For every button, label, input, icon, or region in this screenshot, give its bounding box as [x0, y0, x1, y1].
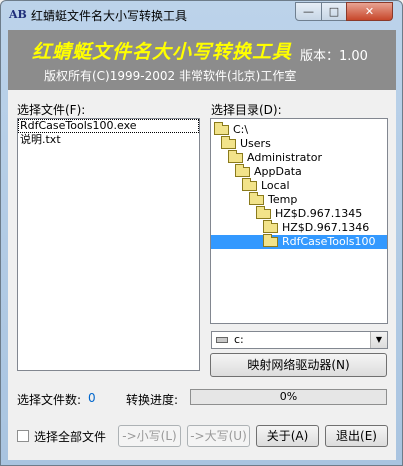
- directory-tree-label: 选择目录(D):: [211, 103, 282, 117]
- folder-open-icon: [256, 206, 271, 219]
- folder-open-icon: [214, 122, 229, 135]
- to-lowercase-button[interactable]: ->小写(L): [118, 425, 181, 447]
- file-list[interactable]: RdfCaseTools100.exe 说明.txt: [17, 118, 200, 371]
- directory-tree[interactable]: C:\ Users Administrator AppData Local Te…: [210, 118, 388, 324]
- banner-title: 红蜻蜓文件名大小写转换工具: [32, 41, 293, 63]
- file-count-label: 选择文件数:: [17, 393, 82, 407]
- close-button[interactable]: ✕: [346, 2, 393, 21]
- tree-item-hzd-1345[interactable]: HZ$D.967.1345: [256, 206, 364, 221]
- folder-open-icon: [263, 220, 278, 233]
- folder-open-icon: [249, 192, 264, 205]
- drive-select[interactable]: c: ▼: [211, 331, 388, 349]
- tree-item-users[interactable]: Users: [221, 136, 273, 151]
- file-list-label: 选择文件(F):: [17, 103, 86, 117]
- tree-item-administrator[interactable]: Administrator: [228, 150, 324, 165]
- chevron-down-icon[interactable]: ▼: [370, 332, 387, 348]
- title-bar[interactable]: AB 红蜻蜓文件名大小写转换工具 — □ ✕: [1, 1, 402, 29]
- folder-open-icon: [242, 178, 257, 191]
- file-item[interactable]: RdfCaseTools100.exe: [18, 119, 199, 133]
- select-all-label[interactable]: 选择全部文件: [34, 428, 106, 445]
- banner: 红蜻蜓文件名大小写转换工具 版本：1.00 版权所有(C)1999-2002 非…: [8, 30, 396, 90]
- tree-item-c-drive[interactable]: C:\: [214, 122, 250, 137]
- minimize-button[interactable]: —: [295, 2, 322, 21]
- version-label: 版本：1.00: [300, 49, 368, 64]
- folder-open-icon: [235, 164, 250, 177]
- main-window: AB 红蜻蜓文件名大小写转换工具 — □ ✕ 红蜻蜓文件名大小写转换工具 版本：…: [0, 0, 403, 466]
- exit-button[interactable]: 退出(E): [325, 425, 388, 447]
- file-count-value: 0: [88, 391, 96, 405]
- tree-item-local[interactable]: Local: [242, 178, 292, 193]
- tree-item-hzd-1346[interactable]: HZ$D.967.1346: [263, 220, 371, 235]
- drive-icon: [216, 337, 228, 343]
- about-button[interactable]: 关于(A): [256, 425, 319, 447]
- file-item[interactable]: 说明.txt: [18, 133, 199, 147]
- folder-open-icon: [221, 136, 236, 149]
- progress-label: 转换进度:: [126, 393, 179, 407]
- app-icon: AB: [9, 8, 27, 21]
- client-area: 红蜻蜓文件名大小写转换工具 版本：1.00 版权所有(C)1999-2002 非…: [8, 30, 396, 460]
- folder-open-icon: [263, 234, 278, 247]
- tree-item-rdfcasetools100[interactable]: RdfCaseTools100: [211, 234, 387, 249]
- to-uppercase-button[interactable]: ->大写(U): [187, 425, 250, 447]
- copyright-label: 版权所有(C)1999-2002 非常软件(北京)工作室: [44, 69, 297, 83]
- maximize-button[interactable]: □: [321, 2, 347, 21]
- tree-item-temp[interactable]: Temp: [249, 192, 299, 207]
- folder-open-icon: [228, 150, 243, 163]
- progress-bar: 0%: [190, 389, 387, 405]
- drive-value: c:: [234, 333, 244, 346]
- tree-item-appdata[interactable]: AppData: [235, 164, 304, 179]
- window-title: 红蜻蜓文件名大小写转换工具: [31, 9, 188, 23]
- select-all-checkbox[interactable]: [17, 430, 29, 442]
- map-network-drive-button[interactable]: 映射网络驱动器(N): [210, 353, 387, 377]
